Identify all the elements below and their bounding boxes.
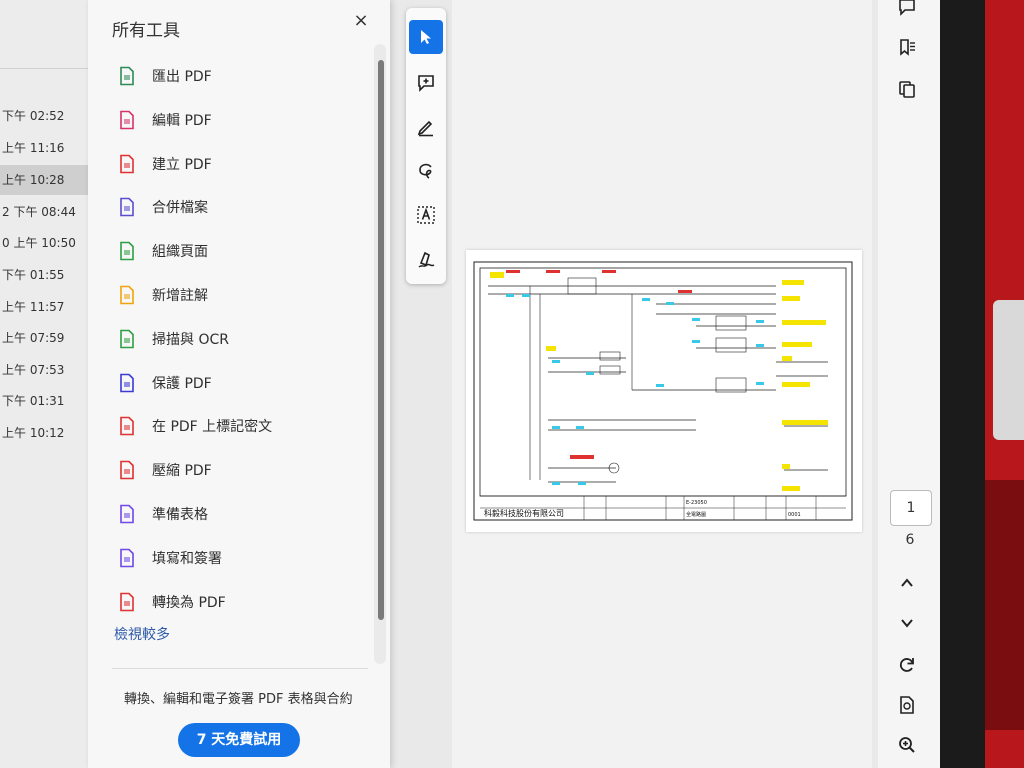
all-tools-panel: 所有工具 × 匯出 PDF 編輯 PDF 建立 PDF 合併檔案組織頁面新增註解掃描與… <box>88 0 390 768</box>
zoom-in-icon[interactable] <box>892 730 922 760</box>
view-more-link[interactable]: 檢視較多 <box>114 624 170 644</box>
drawing-number: E-23050 <box>686 500 707 506</box>
tool-item-label: 建立 PDF <box>152 157 212 173</box>
tool-item[interactable]: 新增註解 <box>116 277 356 313</box>
file-row-time[interactable]: 上午 10:28 <box>0 165 92 195</box>
file-row-time[interactable]: 上午 10:12 <box>0 418 92 448</box>
lasso-draw-icon[interactable] <box>409 154 443 188</box>
monitor-bezel <box>940 0 985 768</box>
tool-item[interactable]: 合併檔案 <box>116 189 356 225</box>
chevron-down-icon[interactable] <box>892 608 922 638</box>
fill-sign-icon <box>116 547 138 569</box>
tool-item-label: 組織頁面 <box>152 244 208 260</box>
comments-panel-icon[interactable] <box>892 0 922 22</box>
schematic-drawing: 科毅科技股份有限公司 E-23050 全電路圖 0001 <box>473 261 853 521</box>
tool-item[interactable]: 壓縮 PDF <box>116 452 356 488</box>
tool-item-label: 保護 PDF <box>152 376 212 392</box>
tool-item-label: 準備表格 <box>152 507 208 523</box>
protect-pdf-icon <box>116 372 138 394</box>
list-separator <box>0 68 90 69</box>
tool-item[interactable]: 保護 PDF <box>116 365 356 401</box>
promo-text: 轉換、編輯和電子簽署 PDF 表格與合約 <box>124 692 353 707</box>
tool-item-label: 編輯 PDF <box>152 113 212 129</box>
tool-item-label: 壓縮 PDF <box>152 463 212 479</box>
export-pdf-icon <box>116 65 138 87</box>
background-object <box>985 480 1024 730</box>
add-comment-icon[interactable] <box>409 66 443 100</box>
screen: 下午 02:52 上午 11:16 上午 10:28 2 下午 08:44 0 上午 1… <box>0 0 940 768</box>
organize-pages-icon <box>116 240 138 262</box>
pdf-page[interactable]: 科毅科技股份有限公司 E-23050 全電路圖 0001 <box>466 250 862 532</box>
copy-pages-icon[interactable] <box>892 74 922 104</box>
current-page-input[interactable]: 1 <box>890 490 932 526</box>
scan-ocr-icon <box>116 328 138 350</box>
tool-item[interactable]: 在 PDF 上標記密文 <box>116 408 356 444</box>
tool-item[interactable]: 填寫和簽署 <box>116 540 356 576</box>
tool-item[interactable]: 編輯 PDF <box>116 102 356 138</box>
panel-title: 所有工具 <box>112 21 180 41</box>
edit-pdf-icon <box>116 109 138 131</box>
tool-item-label: 在 PDF 上標記密文 <box>152 419 273 435</box>
recent-files-list: 下午 02:52 上午 11:16 上午 10:28 2 下午 08:44 0 上午 1… <box>0 0 92 768</box>
tool-item[interactable]: 建立 PDF <box>116 146 356 182</box>
tool-item[interactable]: 組織頁面 <box>116 233 356 269</box>
create-pdf-icon <box>116 153 138 175</box>
sign-icon[interactable] <box>409 242 443 276</box>
rotate-icon[interactable] <box>892 650 922 680</box>
file-row-time[interactable]: 下午 01:31 <box>0 386 92 416</box>
close-icon[interactable]: × <box>350 10 372 32</box>
file-row-time[interactable]: 上午 11:16 <box>0 133 92 163</box>
prepare-form-icon <box>116 503 138 525</box>
tool-item[interactable]: 掃描與 OCR <box>116 321 356 357</box>
page-fit-icon[interactable] <box>892 690 922 720</box>
panel-scrollbar-thumb[interactable] <box>378 60 384 620</box>
select-cursor-icon[interactable] <box>409 20 443 54</box>
convert-pdf-icon <box>116 591 138 613</box>
compress-pdf-icon <box>116 459 138 481</box>
tool-item-label: 合併檔案 <box>152 200 208 216</box>
file-row-time[interactable]: 0 上午 10:50 <box>0 228 92 258</box>
file-row-time[interactable]: 上午 07:53 <box>0 355 92 385</box>
drawing-title: 全電路圖 <box>686 511 706 518</box>
right-rail <box>878 0 940 768</box>
redact-icon <box>116 415 138 437</box>
panel-divider <box>112 668 368 669</box>
combine-files-icon <box>116 196 138 218</box>
tool-item[interactable]: 轉換為 PDF <box>116 584 356 620</box>
background-object <box>993 300 1024 440</box>
tool-item[interactable]: 匯出 PDF <box>116 58 356 94</box>
quick-tools-toolbar <box>406 8 446 284</box>
total-pages: 6 <box>905 532 915 548</box>
company-name: 科毅科技股份有限公司 <box>484 508 564 518</box>
file-row-time[interactable]: 上午 11:57 <box>0 292 92 322</box>
tool-item-label: 轉換為 PDF <box>152 595 226 611</box>
file-row-time[interactable]: 2 下午 08:44 <box>0 197 92 227</box>
background-outside-screen <box>985 0 1024 768</box>
tool-item-label: 掃描與 OCR <box>152 332 229 348</box>
tool-item-label: 匯出 PDF <box>152 69 212 85</box>
file-row-time[interactable]: 上午 07:59 <box>0 323 92 353</box>
file-row-time[interactable]: 下午 01:55 <box>0 260 92 290</box>
add-comment-icon <box>116 284 138 306</box>
tool-item-label: 新增註解 <box>152 288 208 304</box>
tool-item-label: 填寫和簽署 <box>152 551 222 567</box>
chevron-up-icon[interactable] <box>892 568 922 598</box>
highlight-pen-icon[interactable] <box>409 110 443 144</box>
text-select-icon[interactable] <box>409 198 443 232</box>
tool-item[interactable]: 準備表格 <box>116 496 356 532</box>
free-trial-button[interactable]: 7 天免費試用 <box>178 723 300 757</box>
bookmarks-icon[interactable] <box>892 32 922 62</box>
file-row-time[interactable]: 下午 02:52 <box>0 101 92 131</box>
sheet-number: 0001 <box>788 512 801 518</box>
